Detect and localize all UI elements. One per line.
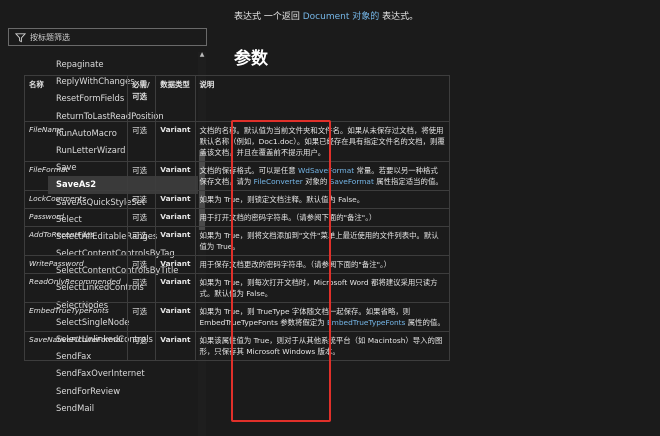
column-header-description: 说明	[194, 75, 451, 122]
doc-link[interactable]: SaveFormat	[330, 177, 374, 186]
param-type: Variant	[155, 121, 196, 162]
sidebar-item-sendforreview[interactable]: SendForReview	[48, 383, 198, 400]
description-text: 属性的值。	[405, 318, 445, 327]
param-type: Variant	[155, 190, 196, 209]
filter-icon	[15, 32, 26, 42]
param-name: FileFormat	[23, 161, 129, 191]
param-name: LockComments	[23, 190, 129, 209]
param-required: 可选	[127, 121, 157, 162]
param-required: 可选	[127, 255, 157, 274]
table-row: LockComments 可选 Variant 如果为 True，则锁定文档注释。默认…	[23, 190, 451, 209]
parameters-table: 名称 必需/可选 数据类型 说明 FileName 可选 Variant 文档的名称。…	[23, 75, 451, 361]
table-row: SaveNativePictureFormat 可选 Variant 如果该属性值为 …	[23, 331, 451, 361]
param-description: 如果为 True，则锁定文档注释。默认值为 False。	[194, 190, 451, 209]
sidebar-item-sendmail[interactable]: SendMail	[48, 400, 198, 417]
sidebar-item-repaginate[interactable]: Repaginate	[48, 56, 198, 73]
param-required: 可选	[127, 226, 157, 256]
description-text: 对象的	[302, 177, 330, 186]
table-row: FileFormat 可选 Variant 文档的保存格式。可以是任意 WdSaveF…	[23, 161, 451, 191]
param-name: AddToRecentFiles	[23, 226, 129, 256]
column-header-name: 名称	[23, 75, 129, 122]
param-description: 用于保存文档更改的密码字符串。（请参阅下面的"备注"。）	[194, 255, 451, 274]
sidebar-item-sendfaxoverinternet[interactable]: SendFaxOverInternet	[48, 365, 198, 382]
param-description: 用于打开文档的密码字符串。（请参阅下面的"备注"。）	[194, 208, 451, 227]
param-type: Variant	[155, 255, 196, 274]
table-row: WritePassword 可选 Variant 用于保存文档更改的密码字符串。（请参…	[23, 255, 451, 274]
param-name: ReadOnlyRecommended	[23, 273, 129, 303]
param-description: 如果为 True，则每次打开文档时，Microsoft Word 都将建议采用只…	[194, 273, 451, 303]
table-row: EmbedTrueTypeFonts 可选 Variant 如果为 True，则 Tr…	[23, 302, 451, 332]
param-type: Variant	[155, 331, 196, 361]
scroll-up-arrow-icon[interactable]: ▲	[199, 52, 205, 58]
param-name: EmbedTrueTypeFonts	[23, 302, 129, 332]
document-object-link[interactable]: Document 对象的	[303, 12, 380, 22]
param-description: 文档的保存格式。可以是任意 WdSaveFormat 常量。若要以另一种格式保存…	[194, 161, 451, 191]
param-required: 可选	[127, 331, 157, 361]
table-row: FileName 可选 Variant 文档的名称。默认值为当前文件夹和文件名。如果从…	[23, 121, 451, 162]
doc-link[interactable]: FileConverter	[254, 177, 303, 186]
intro-text-pre: 表达式 一个返回	[234, 12, 303, 22]
param-type: Variant	[155, 302, 196, 332]
doc-link[interactable]: EmbedTrueTypeFonts	[327, 318, 405, 327]
param-required: 可选	[127, 302, 157, 332]
table-row: Password 可选 Variant 用于打开文档的密码字符串。（请参阅下面的"备注…	[23, 208, 451, 227]
filter-by-title-input[interactable]: 按标题筛选	[8, 28, 207, 46]
param-description: 文档的名称。默认值为当前文件夹和文件名。如果从未保存过文档，将使用默认名称（例如…	[194, 121, 451, 162]
param-type: Variant	[155, 208, 196, 227]
filter-placeholder: 按标题筛选	[30, 32, 70, 42]
description-text: 文档的保存格式。可以是任意	[199, 166, 298, 175]
param-description: 如果为 True，则将文档添加到"文件"菜单上最近使用的文件列表中。默认值为 T…	[194, 226, 451, 256]
intro-text-post: 表达式。	[379, 12, 419, 22]
param-type: Variant	[155, 273, 196, 303]
param-name: Password	[23, 208, 129, 227]
table-row: AddToRecentFiles 可选 Variant 如果为 True，则将文档添加…	[23, 226, 451, 256]
doc-link[interactable]: WdSaveFormat	[298, 166, 354, 175]
table-row: ReadOnlyRecommended 可选 Variant 如果为 True，则每次…	[23, 273, 451, 303]
table-header-row: 名称 必需/可选 数据类型 说明	[23, 75, 451, 122]
param-required: 可选	[127, 161, 157, 191]
param-type: Variant	[155, 161, 196, 191]
param-name: FileName	[23, 121, 129, 162]
param-name: WritePassword	[23, 255, 129, 274]
column-header-datatype: 数据类型	[155, 75, 196, 122]
param-required: 可选	[127, 273, 157, 303]
description-text: 属性指定适当的值。	[373, 177, 443, 186]
page-heading: 参数	[234, 49, 268, 69]
column-header-required: 必需/可选	[127, 75, 157, 122]
param-required: 可选	[127, 190, 157, 209]
param-required: 可选	[127, 208, 157, 227]
param-type: Variant	[155, 226, 196, 256]
param-description: 如果该属性值为 True，则对于从其他系统平台（如 Macintosh）导入的图…	[194, 331, 451, 361]
intro-text: 表达式 一个返回 Document 对象的 表达式。	[234, 9, 418, 22]
param-name: SaveNativePictureFormat	[23, 331, 129, 361]
param-description: 如果为 True，则 TrueType 字体随文档一起保存。如果省略，则 Emb…	[194, 302, 451, 332]
